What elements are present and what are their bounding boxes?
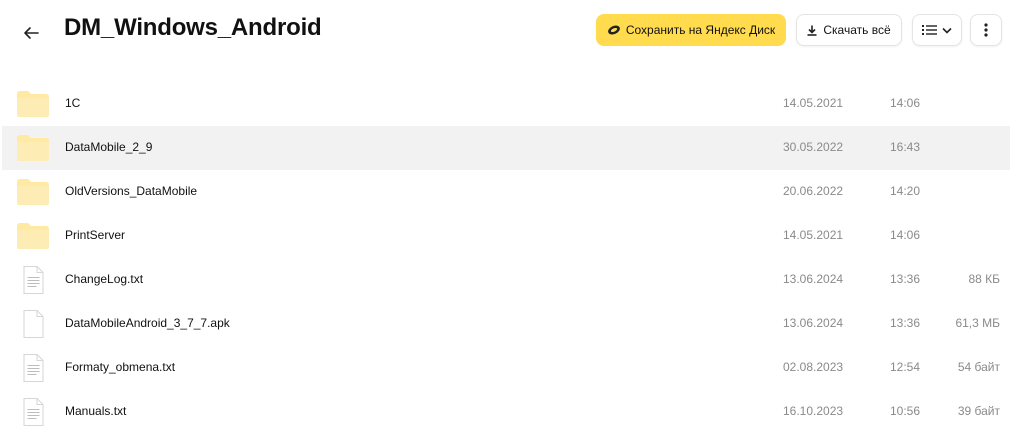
list-view-icon: [922, 25, 937, 35]
file-row[interactable]: OldVersions_DataMobile 20.06.2022 14:20: [2, 170, 1010, 214]
file-row[interactable]: DataMobile_2_9 30.05.2022 16:43: [2, 126, 1010, 170]
file-name[interactable]: 1С: [65, 96, 80, 110]
folder-icon: [16, 178, 50, 206]
text-file-icon: [16, 398, 50, 426]
save-button-label: Сохранить на Яндекс Диск: [625, 23, 776, 37]
yandex-disk-icon: [607, 25, 620, 35]
chevron-down-icon: [942, 27, 952, 34]
file-date: 14.05.2021: [783, 228, 844, 242]
file-time: 12:54: [890, 360, 921, 374]
file-date: 13.06.2024: [783, 316, 844, 330]
download-all-button[interactable]: Скачать всё: [796, 14, 902, 46]
file-time: 13:36: [890, 272, 921, 286]
more-vertical-icon: [984, 23, 988, 37]
back-button[interactable]: [18, 20, 44, 46]
file-row[interactable]: DataMobileAndroid_3_7_7.apk 13.06.2024 13:…: [2, 302, 1010, 346]
view-mode-button[interactable]: [912, 14, 962, 46]
file-name[interactable]: ChangeLog.txt: [65, 272, 143, 286]
file-name[interactable]: DataMobile_2_9: [65, 140, 152, 154]
file-row[interactable]: Formaty_obmena.txt 02.08.2023 12:54 54 байт: [2, 346, 1010, 390]
save-to-disk-button[interactable]: Сохранить на Яндекс Диск: [596, 14, 786, 46]
file-date: 14.05.2021: [783, 96, 844, 110]
download-button-label: Скачать всё: [823, 23, 891, 37]
file-date: 02.08.2023: [783, 360, 844, 374]
more-options-button[interactable]: [970, 14, 1002, 46]
download-icon: [807, 25, 817, 36]
file-size: 39 байт: [957, 404, 1000, 418]
file-name[interactable]: Manuals.txt: [65, 404, 126, 418]
file-row[interactable]: ChangeLog.txt 13.06.2024 13:36 88 КБ: [2, 258, 1010, 302]
arrow-left-icon: [24, 27, 39, 39]
file-name[interactable]: Formaty_obmena.txt: [65, 360, 175, 374]
file-row[interactable]: PrintServer 14.05.2021 14:06: [2, 214, 1010, 258]
file-time: 14:06: [890, 228, 921, 242]
file-icon: [16, 310, 50, 338]
folder-icon: [16, 90, 50, 118]
file-time: 14:20: [890, 184, 921, 198]
folder-icon: [16, 134, 50, 162]
page-title: DM_Windows_Android: [64, 14, 322, 41]
file-row[interactable]: Manuals.txt 16.10.2023 10:56 39 байт: [2, 390, 1010, 434]
file-time: 13:36: [890, 316, 921, 330]
header: DM_Windows_Android Сохранить на Яндекс Д…: [0, 0, 1024, 62]
file-name[interactable]: PrintServer: [65, 228, 125, 242]
file-size: 61,3 МБ: [955, 316, 1000, 330]
file-time: 14:06: [890, 96, 921, 110]
file-name[interactable]: DataMobileAndroid_3_7_7.apk: [65, 316, 230, 330]
text-file-icon: [16, 266, 50, 294]
file-time: 16:43: [890, 140, 921, 154]
file-date: 20.06.2022: [783, 184, 844, 198]
file-name[interactable]: OldVersions_DataMobile: [65, 184, 197, 198]
file-time: 10:56: [890, 404, 921, 418]
file-date: 16.10.2023: [783, 404, 844, 418]
text-file-icon: [16, 354, 50, 382]
folder-icon: [16, 222, 50, 250]
file-size: 54 байт: [957, 360, 1000, 374]
file-date: 13.06.2024: [783, 272, 844, 286]
file-size: 88 КБ: [968, 272, 1000, 286]
file-date: 30.05.2022: [783, 140, 844, 154]
file-row[interactable]: 1С 14.05.2021 14:06: [2, 82, 1010, 126]
